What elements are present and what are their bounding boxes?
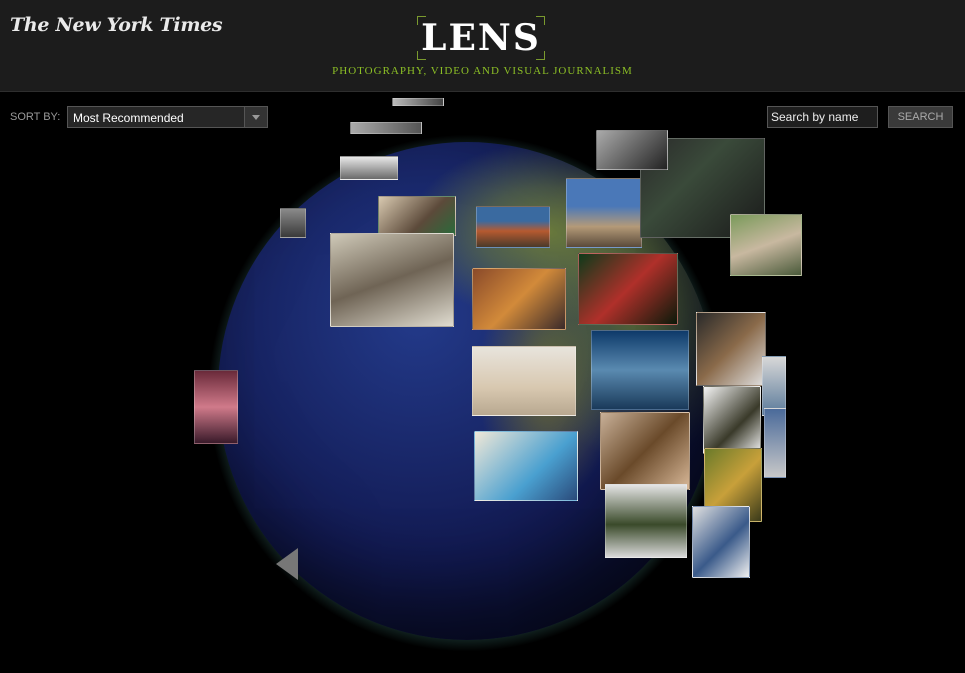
photo-tile[interactable] bbox=[566, 178, 642, 248]
photo-tile[interactable] bbox=[762, 356, 786, 416]
photo-tile[interactable] bbox=[472, 268, 566, 330]
photo-tile[interactable] bbox=[605, 484, 687, 558]
photo-tile[interactable] bbox=[350, 122, 422, 134]
search-button[interactable]: SEARCH bbox=[888, 106, 953, 128]
lens-title: LENS bbox=[421, 17, 541, 59]
sort-label: SORT BY: bbox=[10, 111, 61, 123]
chevron-down-icon[interactable] bbox=[244, 107, 267, 127]
photo-tile[interactable] bbox=[474, 431, 578, 501]
photo-tile[interactable] bbox=[476, 206, 550, 248]
sort-value: Most Recommended bbox=[73, 111, 184, 125]
photo-tile[interactable] bbox=[596, 130, 668, 170]
tagline: PHOTOGRAPHY, VIDEO AND VISUAL JOURNALISM bbox=[332, 65, 633, 77]
rotate-left-arrow-icon[interactable] bbox=[276, 548, 298, 580]
photo-tile[interactable] bbox=[703, 386, 761, 454]
photo-tile[interactable] bbox=[600, 412, 690, 490]
sort-dropdown[interactable]: Most Recommended bbox=[67, 106, 268, 128]
photo-tile[interactable] bbox=[764, 408, 786, 478]
photo-tile[interactable] bbox=[378, 196, 456, 236]
search-input[interactable] bbox=[767, 106, 878, 128]
photo-tile[interactable] bbox=[194, 370, 238, 444]
photo-tile[interactable] bbox=[730, 214, 802, 276]
photo-tile[interactable] bbox=[472, 346, 576, 416]
photo-tile[interactable] bbox=[578, 253, 678, 325]
photo-tile[interactable] bbox=[696, 312, 766, 386]
photo-tile[interactable] bbox=[392, 98, 444, 106]
photo-tile[interactable] bbox=[692, 506, 750, 578]
photo-tile[interactable] bbox=[340, 156, 398, 180]
photo-tile[interactable] bbox=[280, 208, 306, 238]
photo-tile[interactable] bbox=[330, 233, 454, 327]
photo-tile[interactable] bbox=[591, 330, 689, 410]
header: The New York Times LENS PHOTOGRAPHY, VID… bbox=[0, 0, 965, 92]
lens-logo[interactable]: LENS bbox=[417, 16, 545, 60]
nyt-logo[interactable]: The New York Times bbox=[10, 14, 223, 36]
